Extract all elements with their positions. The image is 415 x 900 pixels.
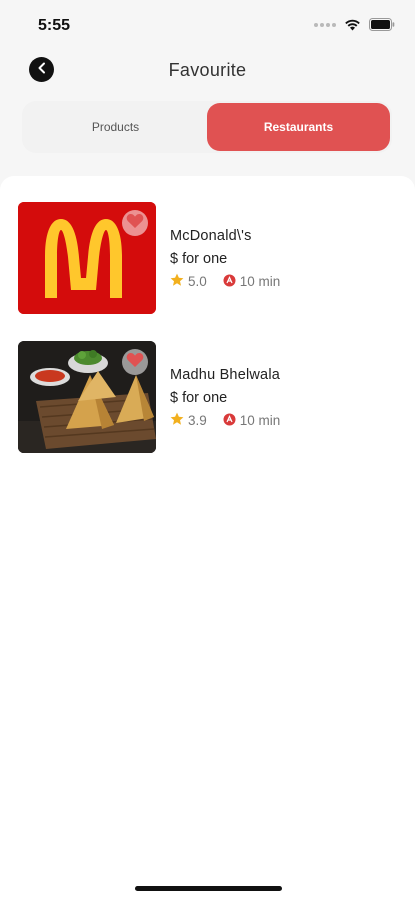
segmented-tabs: Products Restaurants <box>22 101 392 153</box>
favourite-button[interactable] <box>122 349 148 375</box>
restaurant-name: McDonald\'s <box>170 228 252 244</box>
battery-icon <box>369 18 395 31</box>
tab-products[interactable]: Products <box>24 103 207 151</box>
home-indicator[interactable] <box>135 886 282 891</box>
favourite-button[interactable] <box>122 210 148 236</box>
heart-icon <box>126 213 144 234</box>
star-icon <box>170 273 184 290</box>
restaurant-price: $ for one <box>170 390 228 406</box>
delivery-time-icon <box>223 413 236 429</box>
rating-value: 5.0 <box>188 274 207 289</box>
cellular-signal-icon <box>314 22 336 27</box>
restaurant-image <box>18 202 156 314</box>
delivery-time: 10 min <box>239 413 281 428</box>
tab-restaurants[interactable]: Restaurants <box>207 103 390 151</box>
list-item[interactable]: McDonald\'s $ for one 5.0 10 min <box>18 202 398 316</box>
restaurant-image <box>18 341 156 453</box>
status-icons <box>314 18 395 31</box>
status-bar: 5:55 <box>0 0 415 50</box>
list-item[interactable]: Madhu Bhelwala $ for one 3.9 10 min <box>18 341 398 455</box>
restaurant-name: Madhu Bhelwala <box>170 367 281 383</box>
page-title: Favourite <box>168 60 247 80</box>
favourites-list: McDonald\'s $ for one 5.0 10 min Madhu B… <box>0 176 415 900</box>
restaurant-meta: 3.9 10 min <box>170 412 280 429</box>
restaurant-meta: 5.0 10 min <box>170 273 280 290</box>
restaurant-price: $ for one <box>170 251 228 267</box>
delivery-time-icon <box>223 274 236 290</box>
status-time: 5:55 <box>38 17 71 34</box>
delivery-time: 10 min <box>239 274 281 289</box>
heart-icon <box>126 352 144 373</box>
star-icon <box>170 412 184 429</box>
rating-value: 3.9 <box>188 413 207 428</box>
wifi-icon <box>344 18 361 31</box>
header: Favourite <box>0 52 415 92</box>
